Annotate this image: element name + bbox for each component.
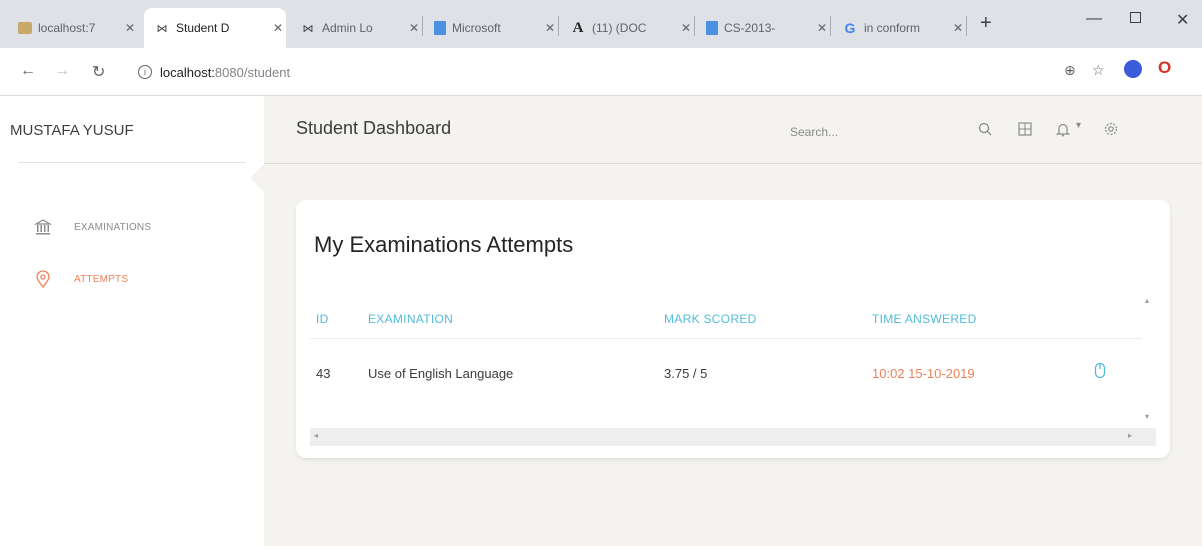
bowtie-favicon-icon: ⋈ [156,22,168,35]
opera-extension-icon[interactable]: O [1158,58,1171,78]
close-icon[interactable]: ✕ [950,21,966,35]
browser-tab-active[interactable]: ⋈ Student D ✕ [144,8,286,48]
back-arrow-icon[interactable]: ← [20,62,36,80]
sidebar-item-label: EXAMINATIONS [74,221,152,233]
caret-down-icon[interactable]: ▾ [1076,120,1081,131]
column-header-examination: EXAMINATION [368,312,454,326]
top-navbar: Student Dashboard ▾ [264,96,1202,164]
close-icon[interactable]: ✕ [270,21,286,35]
header-divider [310,338,1142,339]
card-title: My Examinations Attempts [314,232,574,257]
cell-mark: 3.75 / 5 [664,366,708,381]
main-panel: Student Dashboard ▾ My Examinations Atte… [264,96,1202,546]
tab-separator [830,16,831,36]
attempts-table: ID EXAMINATION MARK SCORED TIME ANSWERED… [310,294,1156,452]
maximize-icon[interactable] [1130,12,1141,23]
doc-favicon-icon [706,21,718,35]
a-favicon-icon: A [572,19,584,36]
doc-favicon-icon [434,21,446,35]
bank-icon [34,218,52,236]
cell-id: 43 [316,366,331,381]
url-field[interactable]: i localhost: 8080/student [138,58,290,86]
sidebar-item-examinations[interactable]: EXAMINATIONS [34,218,151,236]
vertical-scrollbar[interactable]: ▴ ▾ [1142,294,1156,428]
close-icon[interactable]: ✕ [678,21,694,35]
cell-examination: Use of English Language [368,366,514,381]
tab-separator [558,16,559,36]
sidebar-item-attempts[interactable]: ATTEMPTS [34,270,128,288]
scroll-up-icon[interactable]: ▴ [1145,296,1149,305]
tab-separator [966,16,967,36]
dashboard-panel-icon[interactable] [1018,122,1032,139]
search-icon[interactable] [978,122,992,139]
column-header-mark-scored: MARK SCORED [664,312,757,326]
sidebar-divider [18,162,246,163]
mouse-icon[interactable] [1094,362,1106,383]
forward-arrow-icon[interactable]: → [54,62,70,80]
profile-avatar-icon[interactable] [1124,60,1142,78]
search-input[interactable] [790,120,970,144]
user-name: MUSTAFA YUSUF [10,122,134,139]
map-pin-icon [34,270,52,288]
attempts-card: My Examinations Attempts ID EXAMINATION … [296,200,1170,458]
tab-separator [422,16,423,36]
cell-time: 10:02 15-10-2019 [872,366,975,381]
image-favicon-icon [18,22,32,34]
close-icon[interactable]: ✕ [542,21,558,35]
horizontal-scrollbar[interactable]: ◂ ▸ [310,428,1156,446]
browser-tab[interactable]: A (11) (DOC ✕ [562,8,694,48]
bell-icon[interactable] [1055,122,1071,140]
star-icon[interactable]: ☆ [1092,62,1105,79]
browser-tab[interactable]: Microsoft ✕ [426,8,558,48]
bowtie-favicon-icon: ⋈ [302,22,314,35]
minimize-icon[interactable]: — [1086,10,1102,28]
close-window-icon[interactable]: ✕ [1176,10,1189,30]
scroll-right-icon[interactable]: ▸ [1128,431,1132,440]
zoom-icon[interactable]: ⊕ [1064,62,1076,79]
column-header-id: ID [316,312,329,326]
reload-icon[interactable]: ↻ [92,62,105,82]
browser-tab[interactable]: CS-2013- ✕ [698,8,830,48]
column-header-time-answered: TIME ANSWERED [872,312,977,326]
browser-tab[interactable]: localhost:7 ✕ [8,8,138,48]
scroll-left-icon[interactable]: ◂ [314,431,318,440]
active-nav-pointer [250,164,264,192]
browser-tab-bar: localhost:7 ✕ ⋈ Student D ✕ ⋈ Admin Lo ✕… [0,0,1202,48]
info-icon[interactable]: i [138,65,152,79]
browser-tab[interactable]: G in conform ✕ [834,8,966,48]
sidebar-item-label: ATTEMPTS [74,273,129,285]
new-tab-plus-icon[interactable]: + [980,12,992,35]
sidebar: MUSTAFA YUSUF EXAMINATIONS ATTEMPTS [0,96,264,546]
google-favicon-icon: G [844,20,856,36]
close-icon[interactable]: ✕ [122,21,138,35]
tab-separator [694,16,695,36]
gear-icon[interactable] [1104,122,1118,139]
browser-tab[interactable]: ⋈ Admin Lo ✕ [292,8,422,48]
scroll-down-icon[interactable]: ▾ [1145,412,1149,421]
close-icon[interactable]: ✕ [814,21,830,35]
page-title: Student Dashboard [296,118,452,138]
close-icon[interactable]: ✕ [406,21,422,35]
